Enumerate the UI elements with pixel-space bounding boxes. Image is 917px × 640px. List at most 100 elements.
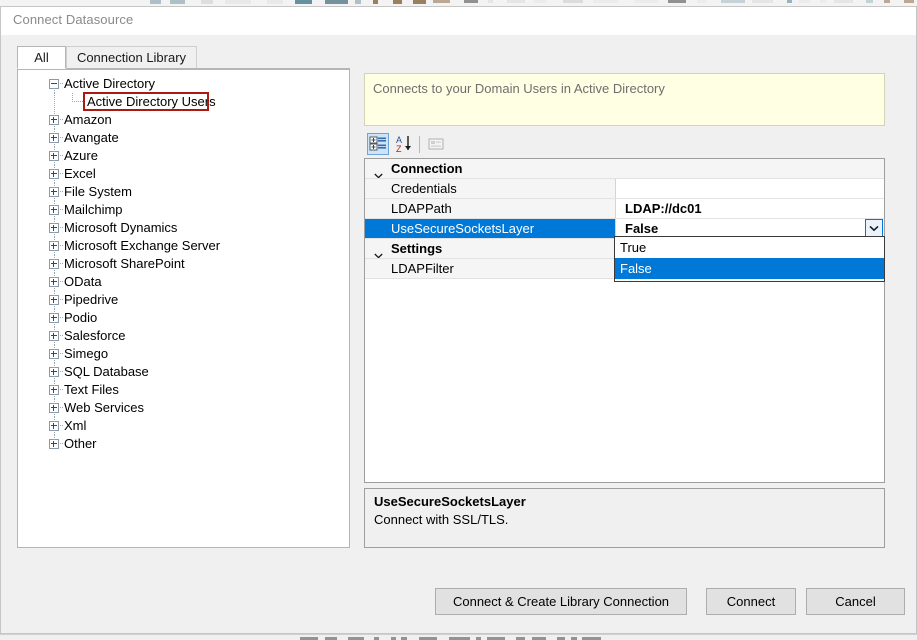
property-name-label: Connection: [391, 161, 463, 176]
alphabetical-sort-icon[interactable]: A Z: [393, 133, 415, 155]
property-pages-icon[interactable]: [425, 133, 447, 155]
tree-item[interactable]: Amazon: [18, 111, 349, 129]
property-name-cell[interactable]: Settings: [365, 239, 616, 258]
connect-button[interactable]: Connect: [706, 588, 796, 615]
tree-item-label: OData: [64, 274, 102, 289]
tree-item-label: Amazon: [64, 112, 112, 127]
property-description-body: Connect with SSL/TLS.: [374, 512, 509, 527]
connect-and-create-library-connection-button[interactable]: Connect & Create Library Connection: [435, 588, 687, 615]
tab-connection-library[interactable]: Connection Library: [66, 46, 197, 69]
tree-item-label: Podio: [64, 310, 98, 325]
tree-connector-line: [54, 399, 55, 404]
connect-datasource-dialog: Connect Datasource All Connection Librar…: [0, 6, 917, 634]
tree-item[interactable]: Microsoft Exchange Server: [18, 237, 349, 255]
tree-item[interactable]: Simego: [18, 345, 349, 363]
tree-item[interactable]: Active Directory: [18, 75, 349, 93]
tree-item-label: Mailchimp: [64, 202, 123, 217]
tree-connector-line: [54, 201, 55, 206]
property-name-cell[interactable]: Credentials: [365, 179, 616, 198]
categorized-view-icon[interactable]: [367, 133, 389, 155]
property-name-label: Settings: [391, 241, 443, 256]
tree-connector-line: [54, 129, 55, 134]
property-grid-toolbar: A Z: [364, 133, 885, 157]
chevron-down-icon[interactable]: [374, 245, 383, 258]
tree-item-label: Other: [64, 436, 97, 451]
property-name-cell[interactable]: LDAPFilter: [365, 259, 616, 278]
cancel-button[interactable]: Cancel: [806, 588, 905, 615]
tree-item[interactable]: Xml: [18, 417, 349, 435]
chevron-down-icon[interactable]: [374, 165, 383, 178]
tree-item-label: Excel: [64, 166, 96, 181]
tree-item-label: Avangate: [64, 130, 119, 145]
tree-connector-line: [54, 147, 55, 152]
tree-connector-line: [54, 345, 55, 350]
property-name-cell[interactable]: Connection: [365, 159, 616, 178]
svg-text:Z: Z: [396, 144, 402, 154]
dropdown-option-false[interactable]: False: [615, 258, 884, 279]
dialog-titlebar: Connect Datasource: [1, 7, 916, 35]
tree-item[interactable]: Mailchimp: [18, 201, 349, 219]
dropdown-toggle-button[interactable]: [865, 219, 883, 237]
property-value-label: LDAP://dc01: [625, 201, 702, 216]
tree-item-label: Text Files: [64, 382, 119, 397]
datasource-description-text: Connects to your Domain Users in Active …: [373, 81, 665, 96]
boolean-dropdown-list[interactable]: True False: [614, 236, 885, 282]
tree-item[interactable]: SQL Database: [18, 363, 349, 381]
tree-connector-line: [72, 101, 85, 102]
tree-item-label: File System: [64, 184, 132, 199]
property-value-cell[interactable]: [616, 179, 884, 198]
tree-connector-line: [54, 255, 55, 260]
tree-item-label: Xml: [64, 418, 87, 433]
tree-connector-line: [54, 381, 55, 386]
tree-connector-line: [54, 111, 55, 116]
tree-item-label: Microsoft Exchange Server: [64, 238, 221, 253]
tree-item-label: Pipedrive: [64, 292, 119, 307]
toolbar-separator: [419, 136, 420, 153]
tree-item-label: Active Directory: [64, 76, 156, 91]
property-category-row[interactable]: Connection: [365, 159, 884, 179]
tree-item-label: Microsoft SharePoint: [64, 256, 185, 271]
tree-connector-line: [54, 273, 55, 278]
tree-item-label: Web Services: [64, 400, 144, 415]
property-name-cell[interactable]: LDAPPath: [365, 199, 616, 218]
tree-item[interactable]: Excel: [18, 165, 349, 183]
tree-connector-line: [54, 435, 55, 440]
property-value-cell[interactable]: LDAP://dc01: [616, 199, 884, 218]
tree-item[interactable]: OData: [18, 273, 349, 291]
tree-item[interactable]: Pipedrive: [18, 291, 349, 309]
tree-item[interactable]: Avangate: [18, 129, 349, 147]
tree-item-label: Azure: [64, 148, 98, 163]
tree-item[interactable]: Microsoft SharePoint: [18, 255, 349, 273]
tree-item-label: Salesforce: [64, 328, 126, 343]
property-value-cell: [616, 159, 884, 178]
dialog-title: Connect Datasource: [13, 12, 134, 27]
tree-connector-line: [54, 165, 55, 170]
tree-item[interactable]: Web Services: [18, 399, 349, 417]
tree-item[interactable]: Text Files: [18, 381, 349, 399]
datasource-description-banner: Connects to your Domain Users in Active …: [364, 73, 885, 126]
property-description-title: UseSecureSocketsLayer: [374, 494, 526, 509]
tree-item-label: Microsoft Dynamics: [64, 220, 178, 235]
tree-connector-line: [54, 309, 55, 314]
tab-all[interactable]: All: [17, 46, 66, 69]
tree-item[interactable]: Microsoft Dynamics: [18, 219, 349, 237]
tree-expand-icon[interactable]: [49, 439, 59, 449]
tree-item[interactable]: Salesforce: [18, 327, 349, 345]
tree-item-label: Simego: [64, 346, 109, 361]
tree-item[interactable]: Active Directory Users: [18, 92, 349, 111]
tree-item-label: Active Directory Users: [87, 94, 216, 109]
property-grid[interactable]: Connection Credentials LDAPPath LDAP://dc01…: [364, 158, 885, 483]
tree-connector-line: [54, 183, 55, 188]
property-row[interactable]: Credentials: [365, 179, 884, 199]
tree-item[interactable]: Podio: [18, 309, 349, 327]
tree-item[interactable]: File System: [18, 183, 349, 201]
tree-item[interactable]: Azure: [18, 147, 349, 165]
tree-connector-line: [54, 363, 55, 368]
tree-item[interactable]: Other: [18, 435, 349, 453]
property-row[interactable]: LDAPPath LDAP://dc01: [365, 199, 884, 219]
datasource-tree[interactable]: Active Directory Active Directory Users Am…: [17, 69, 350, 548]
dropdown-option-true[interactable]: True: [615, 237, 884, 258]
tree-item-label: SQL Database: [64, 364, 149, 379]
tree-connector-line: [54, 219, 55, 224]
property-name-cell[interactable]: UseSecureSocketsLayer: [365, 219, 616, 238]
